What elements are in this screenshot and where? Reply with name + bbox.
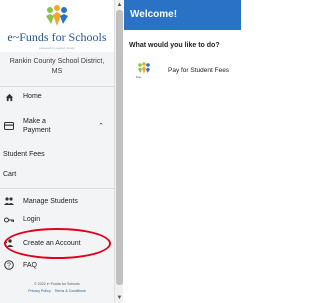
svg-text:?: ? <box>7 263 11 270</box>
page-header: Welcome! <box>124 0 241 30</box>
copyright-text: © 2022 e~Funds for Schools <box>34 282 80 286</box>
app-window: e~Funds for Schools powered by paypal / … <box>0 0 241 303</box>
sidebar-item-faq[interactable]: ? FAQ <box>0 258 114 272</box>
sidebar-item-manage-students[interactable]: Manage Students <box>0 194 114 208</box>
sidebar-item-label: Login <box>23 216 41 223</box>
highlight-ellipse <box>4 228 111 259</box>
prompt-heading: What would you like to do? <box>129 42 220 49</box>
divider <box>0 188 114 189</box>
sidebar-item-label: Make a Payment <box>23 118 51 134</box>
logo-kids-icon <box>46 5 68 26</box>
sidebar-item-label: FAQ <box>23 262 38 269</box>
logo-tagline: powered by paypal / lovely <box>39 46 75 50</box>
option-label: Pay for Student Fees <box>168 67 230 74</box>
footer-links: Privacy Policy Terms & Conditions <box>0 289 114 293</box>
logo[interactable]: e~Funds for Schools powered by paypal / … <box>0 0 114 52</box>
sidebar-scrollbar[interactable]: ▲ ▼ <box>114 0 123 303</box>
key-icon <box>4 215 14 225</box>
footer: © 2022 e~Funds for Schools Privacy Polic… <box>0 282 114 293</box>
main-content: Welcome! What would you like to do? Fees… <box>124 0 241 303</box>
sidebar-item-student-fees[interactable]: Student Fees <box>3 151 45 158</box>
help-circle-icon: ? <box>4 260 14 270</box>
scroll-up-icon[interactable]: ▲ <box>116 1 123 9</box>
scroll-thumb[interactable] <box>116 10 123 285</box>
sidebar-item-label: Manage Students <box>23 198 78 205</box>
divider <box>0 86 114 87</box>
sidebar-item-login[interactable]: Login <box>0 214 114 226</box>
district-name: Rankin County School District, MS <box>9 58 105 75</box>
logo-text: e~Funds for Schools <box>7 30 107 44</box>
home-icon <box>4 92 14 102</box>
payment-card-icon <box>4 121 14 131</box>
option-pay-student-fees[interactable]: Fees Pay for Student Fees <box>124 62 241 82</box>
chevron-up-icon[interactable]: ⌃ <box>98 122 104 130</box>
sidebar-item-make-a-payment[interactable]: Make a Payment ⌃ <box>0 115 114 139</box>
sidebar-item-home[interactable]: Home <box>0 90 114 104</box>
people-icon <box>4 196 14 206</box>
option-caption: Fees <box>136 76 142 79</box>
terms-link[interactable]: Terms & Conditions <box>55 289 86 293</box>
sidebar-item-label: Home <box>23 93 42 100</box>
sidebar-item-cart[interactable]: Cart <box>3 171 16 178</box>
privacy-policy-link[interactable]: Privacy Policy <box>28 289 50 293</box>
scroll-down-icon[interactable]: ▼ <box>116 294 123 302</box>
